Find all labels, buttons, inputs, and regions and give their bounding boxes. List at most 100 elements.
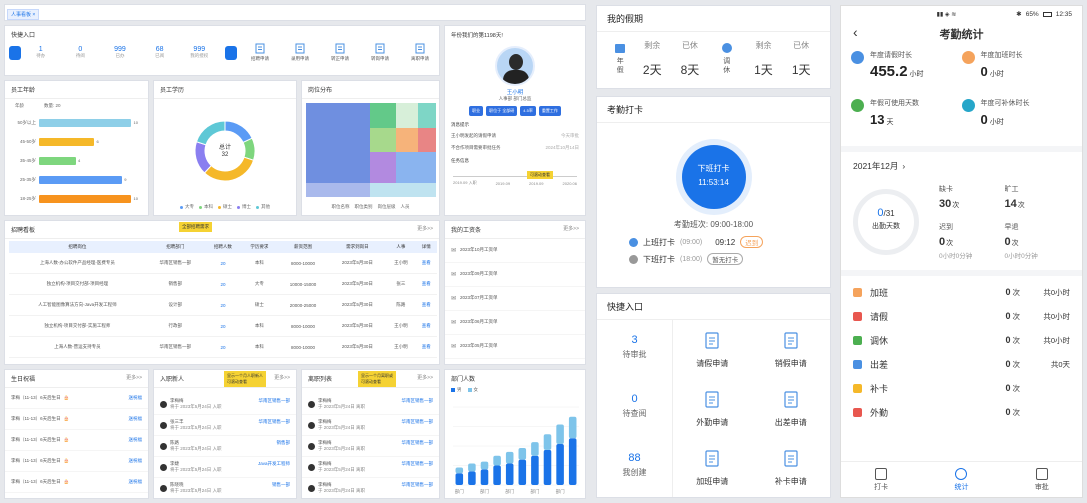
mid-quick-button[interactable]: 销假申请 [752,320,831,379]
clock-out-button[interactable]: 下班打卡 11:53:14 [681,145,746,209]
person-row[interactable]: 李梅梅于 2023年5月24日 离职 华南区销售一部 [302,415,439,436]
mid-quick-stat[interactable]: 88 我创建 [597,438,672,497]
stat-number: 0 [78,46,83,53]
panel-title: 岗位分布 [308,88,333,94]
person-icon [160,442,167,450]
panel-title: 我的工资条 [451,228,482,234]
bottom-nav-0[interactable]: 打卡 [874,467,888,492]
mid-quick-button[interactable]: 请假申请 [673,320,752,379]
send-wish-link[interactable]: 送祝福 [129,416,143,422]
person-row[interactable]: 李梅梅于 2023年5月24日 离职 华南区销售一部 [302,436,439,457]
salary-item[interactable]: ✉ 2023年06月工资单 [445,311,585,335]
age-header: 年龄 [15,103,24,108]
person-row[interactable]: 李梅梅 将于 2023年5月24日 入职 华南区销售一部 [154,394,296,415]
attendance-row[interactable]: 补卡 0 次 [841,376,1082,400]
person-row[interactable]: 李婕 将于 2023年5月24日 入职 Java开发工程师 [154,457,296,478]
quick-action-button[interactable]: 转正申请 [325,43,355,62]
quick-stat[interactable]: 0 待阅 [62,46,98,59]
person-role: 华南区销售一部 [401,419,434,424]
more-link[interactable]: 更多>> [417,225,433,234]
attendance-row[interactable]: 外勤 0 次 [841,400,1082,424]
bottom-nav-1[interactable]: 统计 [954,467,968,492]
table-cell[interactable]: 查看 [415,253,437,274]
tab-hr-board[interactable]: 人事看板 × [7,9,40,20]
salary-item[interactable]: ✉ 2023年07月工资单 [445,287,585,311]
mid-quick-button[interactable]: 补卡申请 [752,438,831,497]
form-icon [784,332,798,349]
salary-item[interactable]: ✉ 2023年05月工资单 [445,335,585,359]
attendance-row[interactable]: 出差 0 次 共0天 [841,352,1082,376]
person-icon [160,484,167,492]
legend-label: 本科 [204,204,213,209]
person-row[interactable]: 陈路 将于 2023年5月24日 入职 销售部 [154,436,296,457]
quick-action-button[interactable]: 转岗申请 [365,43,395,62]
more-link[interactable]: 更多>> [274,374,290,383]
more-link[interactable]: 更多>> [563,225,579,234]
more-link[interactable]: 更多>> [417,374,433,383]
todo-item[interactable]: 王小明发起的请假申请 今天审批 [445,130,585,142]
quick-stat[interactable]: 999 我的授权 [181,46,217,59]
table-cell[interactable]: 查看 [415,336,437,358]
person-row[interactable]: 陈晓晓 将于 2023年5月24日 入职 销售一部 [154,478,296,498]
mid-quick-stat[interactable]: 3 待审批 [597,320,672,379]
table-cell: 20000-25000 [277,294,329,316]
metric-label: 早退 [1004,224,1019,231]
table-row[interactable]: 人工智能图像算法方向-Java开发工程师 设计部 20 硕士 20000-25000 20… [9,294,437,316]
table-cell[interactable]: 查看 [415,315,437,337]
metric-value: 14 [1004,198,1017,210]
metric-value: 0 [939,236,946,248]
chart-icon [955,467,968,480]
more-link[interactable]: 更多>> [126,374,142,383]
bar-female [531,442,539,456]
quick-stat[interactable]: 68 已阅 [142,46,178,59]
attendance-row[interactable]: 调休 0 次 共0小时 [841,328,1082,352]
quick-stat[interactable]: 1 待办 [23,46,59,59]
person-row[interactable]: 张三丰 将于 2023年5月24日 入职 华南区销售一部 [154,415,296,436]
quick-action-button[interactable]: 离职申请 [405,43,435,62]
mid-quick-button[interactable]: 加班申请 [673,438,752,497]
row-unit: 次 [1012,359,1021,369]
table-row[interactable]: 上海人数-营运支持专员 华南区销售一部 20 本科 8000-10000 2023年5月3… [9,336,437,358]
person-row[interactable]: 李梅梅于 2023年5月24日 离职 华南区销售一部 [302,457,439,478]
table-row[interactable]: 上海人数-办公软件产品经理-医费专员 华南区销售一部 20 本科 8000-10000 2… [9,253,437,274]
stat-label: 我创建 [622,468,647,477]
send-wish-link[interactable]: 送祝福 [129,437,143,443]
quick-stat[interactable]: 999 已办 [102,46,138,59]
bottom-nav-2[interactable]: 审批 [1035,467,1049,492]
table-cell[interactable]: 查看 [415,294,437,316]
todo-item[interactable]: 不合作项目需要审批任务 2024年10月14日 [445,142,585,154]
salary-item[interactable]: ✉ 2023年09月工资单 [445,263,585,287]
table-cell[interactable]: 查看 [415,273,437,295]
annual-stat: 年度请假时长 455.2 小时 [851,50,962,98]
profile-tag[interactable]: 4.5率 [520,106,536,116]
send-wish-link[interactable]: 送祝福 [129,395,143,401]
row-count: 0 [1005,406,1011,417]
mid-quick-button[interactable]: 外勤申请 [673,379,752,438]
birthday-panel: 生日祝福 更多>> 李梅（11-13）6天后生日 🎂 送祝福 李梅（11-13）6天后生… [4,369,149,499]
stat-unit: 天 [886,119,894,126]
send-wish-link[interactable]: 送祝福 [129,458,143,464]
row-total: 共0小时 [1043,335,1070,345]
battery-level: 65% [1025,10,1039,18]
quick-action-button[interactable]: 招聘申请 [245,43,275,62]
month-selector[interactable]: 2021年12月 › [841,152,1082,180]
table-row[interactable]: 独立机构-项目交付部-项目经理 销售部 20 大专 10000-15000 2023年5月… [9,273,437,295]
table-row[interactable]: 独立机构-项目交付部-实施工程师 行政部 20 本科 8000-10000 2023年5月… [9,315,437,337]
quick-action-button[interactable]: 录用申请 [285,43,315,62]
column-header: 学历要求 [241,241,278,253]
month-metric: 早退 0次 0小时0分钟 [1005,222,1071,260]
mid-quick-stat[interactable]: 0 待查阅 [597,379,672,438]
bar-female [480,461,489,470]
salary-item[interactable]: ✉ 2023年10月工资单 [445,239,585,263]
attendance-row[interactable]: 加班 0 次 共0小时 [841,280,1082,304]
send-wish-link[interactable]: 送祝福 [129,479,143,485]
attendance-row[interactable]: 请假 0 次 共0小时 [841,304,1082,328]
person-row[interactable]: 李梅梅于 2023年5月24日 离职 华南区销售一部 [302,478,439,498]
person-row[interactable]: 李梅梅于 2023年5月24日 离职 华南区销售一部 [302,394,439,415]
back-icon[interactable]: ‹ [853,24,858,40]
profile-tag[interactable]: 职业 [469,106,484,116]
profile-tag[interactable]: 重置工作 [538,106,561,116]
profile-tag[interactable]: 职位于 全部研 [486,106,518,116]
mid-quick-button[interactable]: 出差申请 [752,379,831,438]
table-cell: 独立机构-项目交付部-项目经理 [9,273,146,295]
